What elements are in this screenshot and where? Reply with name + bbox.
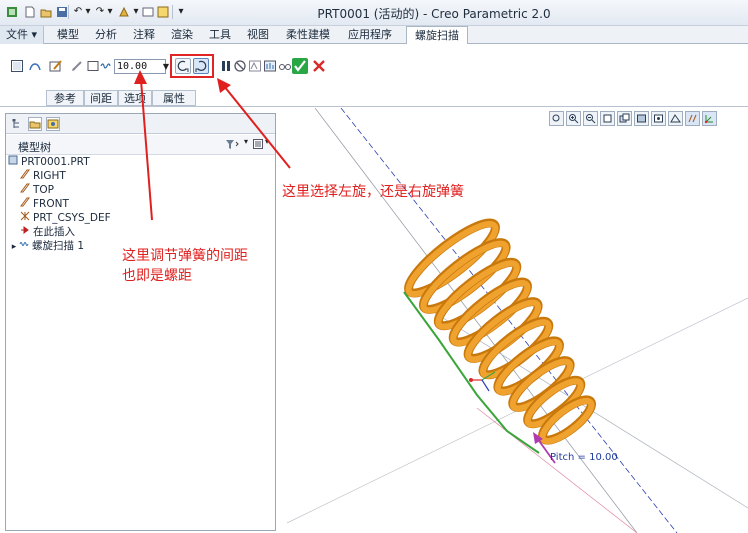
ribbon-tab-bar: 文件 ▾ 模型 分析 注释 渲染 工具 视图 柔性建模 应用程序 螺旋扫描 xyxy=(0,26,748,45)
navigator-tabs xyxy=(6,114,275,134)
handedness-annotation: 这里选择左旋，还是右旋弹簧 xyxy=(282,184,464,200)
datum-plane-icon xyxy=(20,169,30,184)
chevron-down-icon[interactable]: ▾ xyxy=(244,137,248,146)
thicken-icon[interactable] xyxy=(86,59,100,73)
tab-tools[interactable]: 工具 xyxy=(202,26,238,44)
tab-flexible-modeling[interactable]: 柔性建模 xyxy=(278,26,338,44)
subtab-options[interactable]: 选项 xyxy=(118,90,152,106)
surface-icon[interactable] xyxy=(28,59,42,73)
tab-file[interactable]: 文件 ▾ xyxy=(0,26,44,44)
left-handed-icon[interactable] xyxy=(175,58,191,74)
tree-item-insert-here[interactable]: 在此插入 xyxy=(20,225,75,239)
model-scene xyxy=(286,108,748,533)
tree-settings-icon[interactable] xyxy=(252,138,264,153)
tab-annotate[interactable]: 注释 xyxy=(126,26,162,44)
pitch-value-input[interactable]: 10.00 xyxy=(114,59,166,74)
tree-filter-icon[interactable] xyxy=(224,138,240,154)
tab-applications[interactable]: 应用程序 xyxy=(340,26,400,44)
helical-spring[interactable] xyxy=(401,214,597,448)
tree-item-top[interactable]: TOP xyxy=(20,183,54,197)
model-tree-title: 模型树 xyxy=(18,141,51,154)
chevron-down-icon[interactable]: ▾ xyxy=(265,137,269,146)
attached-preview-icon[interactable] xyxy=(248,59,262,73)
expand-arrow-icon[interactable]: ▸ xyxy=(10,240,18,254)
coordinate-system-icon xyxy=(20,211,30,226)
favorites-tab-icon[interactable] xyxy=(46,117,60,131)
tree-item-part[interactable]: PRT0001.PRT xyxy=(8,155,90,169)
remove-material-icon[interactable] xyxy=(70,59,84,73)
folder-browser-tab-icon[interactable] xyxy=(28,117,42,131)
insert-arrow-icon xyxy=(20,225,30,240)
pitch-dimension-label[interactable]: Pitch = 10.00 xyxy=(550,452,618,463)
pitch-annotation-line1: 这里调节弹簧的间距 xyxy=(122,248,248,264)
verify-preview-icon[interactable] xyxy=(263,59,277,73)
window-title: PRT0001 (活动的) - Creo Parametric 2.0 xyxy=(317,7,551,21)
tree-item-right[interactable]: RIGHT xyxy=(20,169,66,183)
navigator-panel: 模型树 ▾ ▾ PRT0001.PRT RIGHT TOP FRONT PRT_… xyxy=(5,113,276,531)
helical-sweep-icon xyxy=(19,239,29,254)
right-handed-icon[interactable] xyxy=(193,58,209,74)
title-bar: ↶ ▾ ↷ ▾ ▾ ▾ PRT0001 (活动的) - Creo Paramet… xyxy=(0,0,748,26)
model-tree-header: 模型树 ▾ ▾ xyxy=(6,135,275,155)
chevron-down-icon[interactable]: ▼ xyxy=(162,59,170,74)
helical-sweep-dashboard: 10.00 ▼ 参考 间距 选项 属性 xyxy=(0,44,748,107)
subtab-references[interactable]: 参考 xyxy=(46,90,84,106)
tab-view[interactable]: 视图 xyxy=(240,26,276,44)
tab-render[interactable]: 渲染 xyxy=(164,26,200,44)
pitch-icon xyxy=(100,59,112,73)
solid-icon[interactable] xyxy=(10,59,24,73)
tree-item-helical-sweep[interactable]: ▸ 螺旋扫描 1 xyxy=(10,239,84,253)
cancel-x-icon[interactable] xyxy=(312,59,326,73)
datum-plane-icon xyxy=(20,183,30,198)
no-preview-icon[interactable] xyxy=(233,59,247,73)
tab-model[interactable]: 模型 xyxy=(50,26,86,44)
tree-item-front[interactable]: FRONT xyxy=(20,197,69,211)
ok-checkmark-icon[interactable] xyxy=(292,58,308,74)
pause-icon[interactable] xyxy=(219,59,233,73)
tab-helical-sweep[interactable]: 螺旋扫描 xyxy=(406,26,468,45)
graphics-window[interactable]: Pitch = 10.00 xyxy=(277,108,748,533)
tab-analysis[interactable]: 分析 xyxy=(88,26,124,44)
creo-window: ↶ ▾ ↷ ▾ ▾ ▾ PRT0001 (活动的) - Creo Paramet… xyxy=(0,0,748,533)
glasses-preview-icon[interactable] xyxy=(278,59,292,73)
datum-plane-icon xyxy=(20,197,30,212)
pitch-annotation-line2: 也即是螺距 xyxy=(122,268,192,284)
subtab-pitch[interactable]: 间距 xyxy=(84,90,118,106)
sketch-icon[interactable] xyxy=(49,59,63,73)
subtab-properties[interactable]: 属性 xyxy=(152,90,196,106)
tree-item-csys[interactable]: PRT_CSYS_DEF xyxy=(20,211,111,225)
part-icon xyxy=(8,155,18,170)
model-tree-tab-icon[interactable] xyxy=(10,117,24,131)
